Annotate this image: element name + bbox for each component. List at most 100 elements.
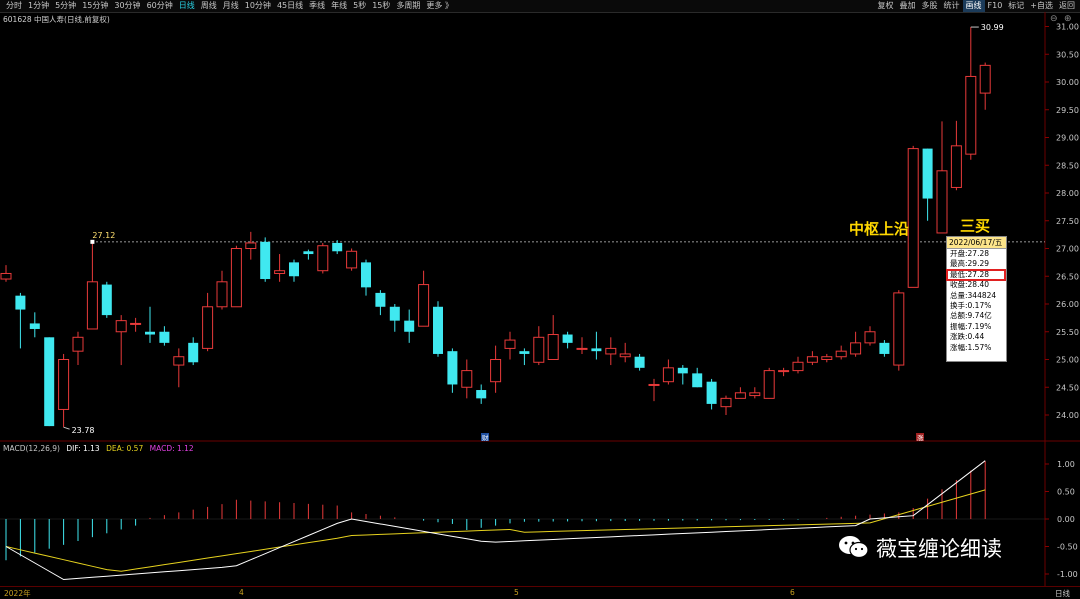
candle-body — [115, 320, 127, 333]
event-marker-cai-label: 财 — [482, 433, 489, 442]
low-label: 23.78 — [72, 426, 95, 435]
candle-body — [619, 353, 631, 358]
candle-body — [289, 262, 299, 277]
y-tick-label: 24.00 — [1056, 411, 1079, 420]
x-label-may: 5 — [514, 588, 519, 597]
candle-body — [303, 251, 314, 255]
annotation-third-buy: 三买 — [960, 217, 991, 235]
candle-body — [375, 292, 386, 307]
y-tick-label: 30.50 — [1056, 50, 1079, 59]
candle-body — [461, 370, 473, 388]
candle-body — [389, 306, 400, 321]
candle-body — [404, 320, 415, 332]
info-amount: 总额:9.74亿 — [950, 311, 992, 321]
candle-body — [821, 356, 833, 361]
candle-body — [979, 64, 991, 94]
low-pointer — [63, 426, 70, 430]
candle-body — [662, 367, 674, 383]
candle-body — [936, 170, 948, 234]
candle-body — [749, 392, 761, 397]
candle-body — [533, 336, 545, 363]
macd-tick-label: -1.00 — [1057, 570, 1078, 579]
y-tick-label: 24.50 — [1056, 383, 1079, 392]
candle-body — [29, 323, 40, 329]
candle-body — [332, 242, 343, 252]
candle-body — [519, 351, 530, 354]
candle-body — [922, 148, 933, 199]
candle-body — [763, 370, 775, 399]
candle-body — [346, 250, 358, 269]
candle-body — [130, 322, 142, 325]
candle-body — [648, 383, 660, 386]
candle-body — [893, 292, 905, 366]
candle-body — [0, 272, 12, 280]
y-tick-label: 27.50 — [1056, 217, 1079, 226]
y-tick-label: 29.00 — [1056, 134, 1079, 143]
candle-body — [605, 347, 617, 355]
candle-body — [145, 331, 155, 335]
info-close: 收盘:28.40 — [950, 280, 989, 290]
candle-body — [720, 397, 732, 408]
candle-body — [706, 381, 717, 404]
candle-body — [476, 390, 487, 399]
y-tick-label: 26.50 — [1056, 272, 1079, 281]
candle-body — [677, 367, 688, 374]
candle-body — [72, 336, 84, 352]
candle-body — [188, 342, 199, 363]
y-tick-label: 27.00 — [1056, 245, 1079, 254]
candle-body — [173, 356, 185, 366]
candle-body — [216, 281, 228, 308]
candle-body — [850, 342, 862, 355]
candle-body — [202, 306, 214, 349]
candle-body — [274, 270, 286, 274]
x-label-apr: 4 — [239, 588, 244, 597]
info-high: 最高:29.29 — [950, 259, 989, 269]
candle-body — [547, 334, 559, 360]
macd-name: MACD(12,26,9) — [3, 444, 60, 453]
candle-body — [778, 370, 790, 373]
macd-tick-label: 0.50 — [1057, 488, 1075, 497]
candle-body — [58, 359, 70, 410]
watermark-text: 薇宝缠论细读 — [876, 537, 1002, 561]
y-tick-label: 25.00 — [1056, 356, 1079, 365]
info-volume: 总量:344824 — [950, 290, 997, 300]
candle-body — [260, 241, 271, 280]
candle-info-box: 2022/06/17/五 开盘:27.28 最高:29.29 最低:27.28 … — [946, 236, 1007, 362]
macd-dif: DIF: 1.13 — [66, 444, 100, 453]
prev-high-marker — [90, 239, 95, 244]
candle-body — [361, 262, 371, 288]
candle-body — [562, 334, 573, 343]
x-label-year: 2022年 — [4, 589, 31, 598]
candle-body — [86, 281, 98, 330]
candle-body — [591, 348, 602, 352]
x-label-jun: 6 — [790, 588, 795, 597]
info-turnover: 换手:0.17% — [950, 300, 992, 310]
y-tick-label: 25.50 — [1056, 328, 1079, 337]
info-date: 2022/06/17/五 — [947, 237, 1006, 249]
macd-value: MACD: 1.12 — [149, 444, 194, 453]
time-axis: 2022年 4 5 6 日线 — [0, 586, 1080, 598]
y-tick-label: 28.00 — [1056, 189, 1079, 198]
kline-chart[interactable]: 31.00 30.50 30.00 29.50 29.00 28.50 28.00 27.50… — [0, 0, 1080, 597]
candle-body — [950, 145, 962, 188]
candle-body — [965, 75, 977, 155]
candle-body — [230, 248, 242, 308]
candle-body — [907, 148, 919, 288]
period-label: 日线 — [1055, 589, 1070, 598]
candle-body — [159, 331, 170, 343]
candle-body — [864, 331, 876, 344]
info-low: 最低:27.28 — [946, 268, 1006, 282]
candle-body — [317, 245, 329, 272]
candle-body — [433, 306, 443, 354]
candle-body — [418, 284, 430, 327]
candle-body — [101, 284, 112, 316]
wechat-logo-icon — [839, 536, 869, 559]
candle-body — [692, 373, 703, 388]
macd-title: MACD(12,26,9) DIF: 1.13 DEA: 0.57 MACD: … — [3, 444, 194, 453]
annotation-upper-edge: 中枢上沿 — [849, 220, 910, 238]
macd-tick-label: 1.00 — [1057, 460, 1075, 469]
prev-high-label: 27.12 — [92, 231, 115, 240]
y-tick-label: 26.00 — [1056, 300, 1079, 309]
candle-body — [806, 356, 818, 363]
macd-tick-label: -0.50 — [1057, 543, 1078, 552]
